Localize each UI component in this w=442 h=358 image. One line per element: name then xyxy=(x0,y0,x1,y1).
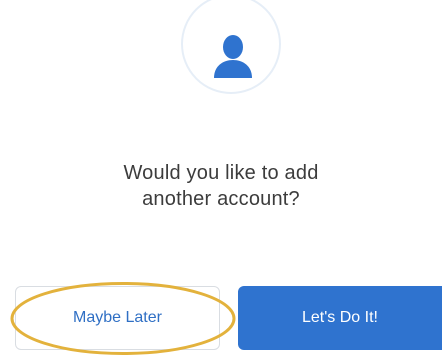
person-icon xyxy=(214,35,252,78)
maybe-later-button[interactable]: Maybe Later xyxy=(15,286,220,350)
lets-do-it-label: Let's Do It! xyxy=(302,309,378,326)
prompt-line-2: another account? xyxy=(142,188,300,210)
avatar-circle xyxy=(181,0,281,94)
prompt-line-1: Would you like to add xyxy=(123,162,319,184)
lets-do-it-button[interactable]: Let's Do It! xyxy=(238,286,442,350)
maybe-later-label: Maybe Later xyxy=(73,309,162,326)
add-account-prompt: Would you like to add another account? xyxy=(0,160,442,212)
